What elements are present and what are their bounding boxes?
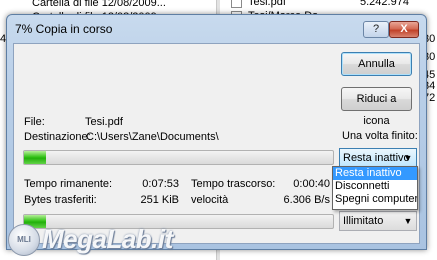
- background-row: Tesi.pdf: [248, 0, 286, 8]
- help-button[interactable]: ?: [363, 21, 389, 38]
- close-button[interactable]: X: [389, 21, 419, 38]
- speed-value: 6.306 B/s: [283, 194, 330, 206]
- bytes-label: Bytes trasferiti:: [24, 194, 97, 206]
- file-progress-bar: [23, 150, 334, 165]
- after-finish-dropdown: Resta inattivo Disconnetti Spegni comput…: [332, 166, 418, 210]
- bytes-value: 251 KiB: [140, 194, 179, 206]
- elapsed-label: Tempo trascorso:: [191, 178, 276, 190]
- row-checkbox[interactable]: [231, 0, 242, 8]
- destination-path: C:\Users\Zane\Documents\: [86, 131, 219, 143]
- after-finish-label: Una volta finito:: [342, 130, 418, 142]
- cancel-button[interactable]: Annulla: [341, 52, 412, 76]
- file-progress-fill: [24, 151, 46, 164]
- minimize-button[interactable]: Riduci a icona: [341, 87, 412, 127]
- megalab-logo-icon: MLI: [8, 224, 40, 256]
- dialog-title: 7% Copia in corso: [15, 22, 113, 36]
- chevron-down-icon: ▼: [403, 216, 413, 226]
- dropdown-option-stay-idle[interactable]: Resta inattivo: [333, 167, 417, 180]
- copy-progress-dialog: 7% Copia in corso ? X Annulla Riduci a i…: [6, 14, 427, 250]
- after-finish-select[interactable]: Resta inattivo ▼: [339, 148, 417, 168]
- background-row: Cartella di file 12/08/2009...: [32, 0, 166, 9]
- file-name: Tesi.pdf: [85, 116, 123, 128]
- destination-label: Destinazione:: [24, 131, 91, 143]
- megalab-watermark: MLI MegaLab.it: [8, 222, 183, 256]
- dialog-titlebar[interactable]: 7% Copia in corso ? X: [7, 15, 426, 43]
- dropdown-option-logoff[interactable]: Disconnetti: [333, 180, 417, 193]
- elapsed-value: 0:00:40: [293, 178, 330, 190]
- watermark-text: MegaLab.it: [42, 224, 173, 254]
- speed-limit-select[interactable]: Illimitato ▼: [339, 211, 417, 231]
- speed-label: velocità: [191, 194, 229, 206]
- speed-limit-selected: Illimitato: [343, 215, 384, 227]
- background-file-size: 5.242.974: [360, 0, 409, 8]
- remaining-value: 0:07:53: [142, 178, 179, 190]
- remaining-label: Tempo rimanente:: [24, 178, 113, 190]
- chevron-down-icon: ▼: [403, 153, 413, 163]
- file-label: File:: [24, 116, 45, 128]
- dropdown-option-shutdown[interactable]: Spegni computer: [333, 193, 417, 206]
- dialog-body: Annulla Riduci a icona File: Tesi.pdf De…: [13, 43, 420, 244]
